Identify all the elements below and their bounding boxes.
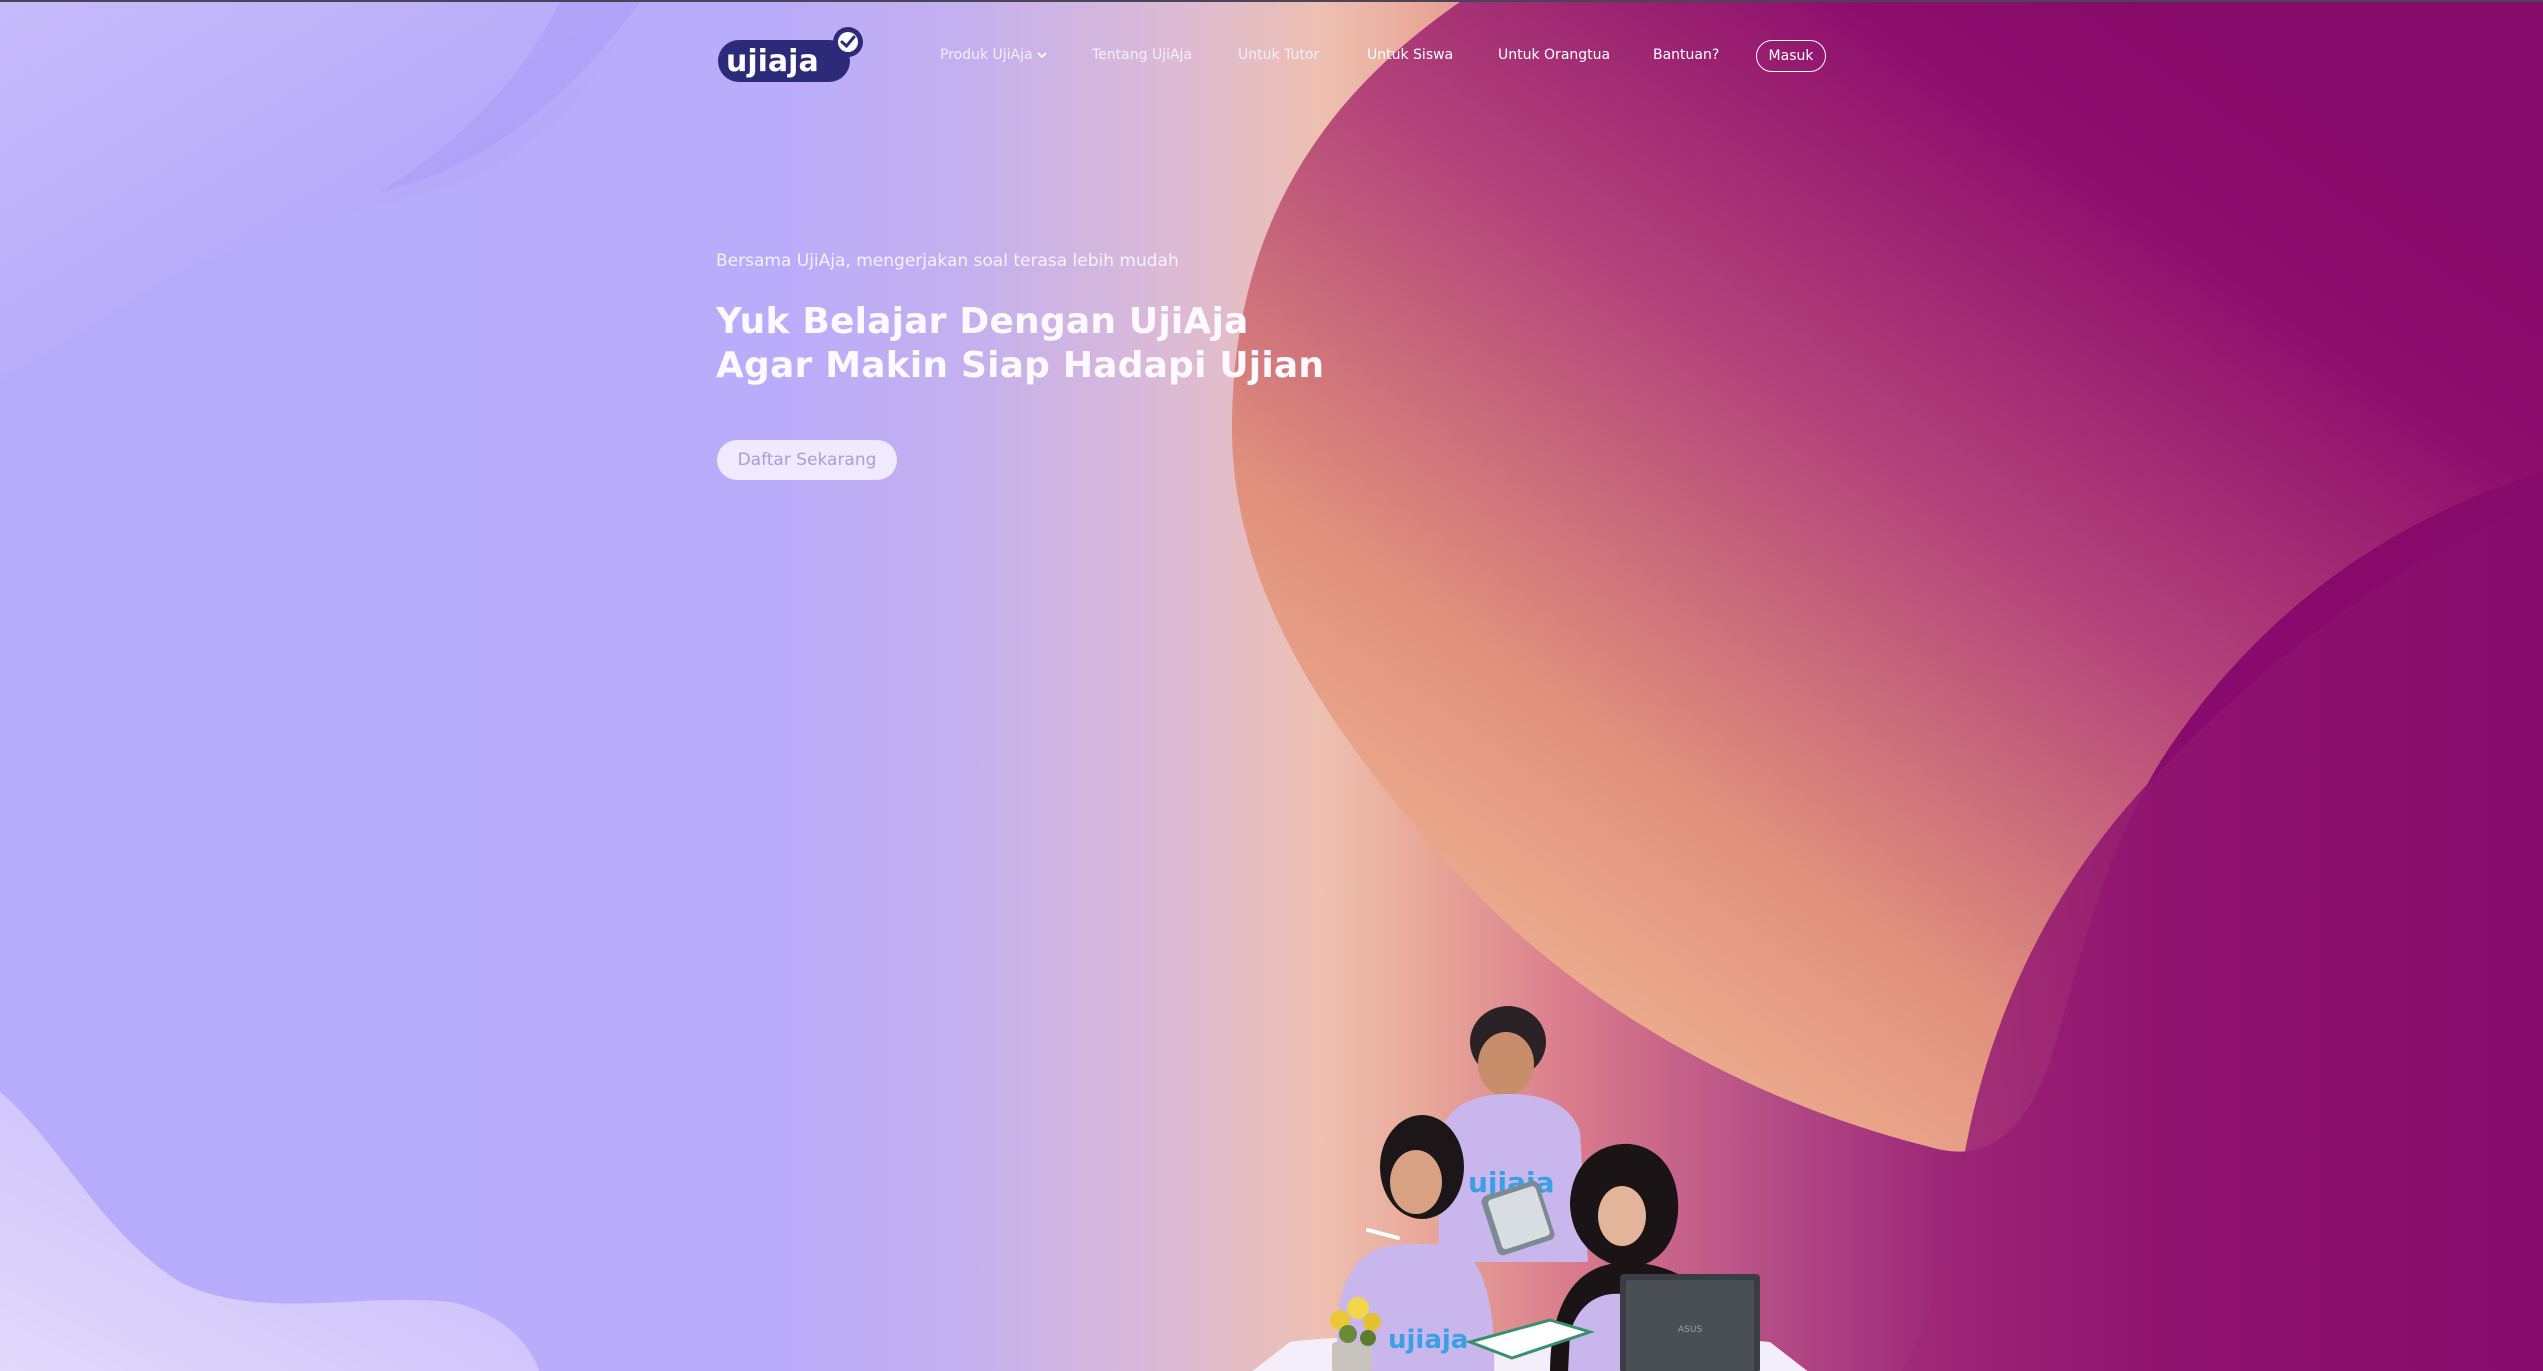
hero-subtitle: Bersama UjiAja, mengerjakan soal terasa … xyxy=(716,251,1179,271)
hero-headline: Yuk Belajar Dengan UjiAja Agar Makin Sia… xyxy=(716,300,1324,388)
hero-headline-line-1: Yuk Belajar Dengan UjiAja xyxy=(716,301,1249,342)
ujiaja-logo[interactable]: ujiaja xyxy=(714,24,870,88)
nav-untuk-tutor[interactable]: Untuk Tutor xyxy=(1238,47,1319,63)
nav-tentang-label: Tentang UjiAja xyxy=(1092,47,1193,63)
nav-orangtua-label: Untuk Orangtua xyxy=(1498,47,1611,63)
bottom-left-wave xyxy=(0,1092,540,1371)
nav-produk-ujiaja[interactable]: Produk UjiAja xyxy=(940,47,1047,63)
shirt-logo-text-2: ujiaja xyxy=(1388,1325,1468,1355)
student-male: ujiaja xyxy=(1438,1006,1588,1262)
top-navigation: ujiaja Produk UjiAja Tentang UjiAja Untu… xyxy=(0,2,2543,112)
nav-produk-label: Produk UjiAja xyxy=(940,47,1033,63)
login-button[interactable]: Masuk xyxy=(1756,40,1826,72)
nav-tutor-label: Untuk Tutor xyxy=(1238,47,1320,63)
nav-siswa-label: Untuk Siswa xyxy=(1367,47,1454,63)
hero-headline-line-2: Agar Makin Siap Hadapi Ujian xyxy=(716,345,1325,386)
nav-untuk-orangtua[interactable]: Untuk Orangtua xyxy=(1498,47,1610,63)
hero-section: ujiaja Produk UjiAja Tentang UjiAja Untu… xyxy=(0,0,2543,1371)
nav-bantuan[interactable]: Bantuan? xyxy=(1653,47,1719,63)
laptop: ASUS xyxy=(1620,1274,1760,1371)
nav-tentang-ujiaja[interactable]: Tentang UjiAja xyxy=(1092,47,1192,63)
students-photo: ujiaja ujiaja ASUS xyxy=(1252,1006,1808,1371)
nav-bantuan-label: Bantuan? xyxy=(1653,47,1720,63)
register-now-button[interactable]: Daftar Sekarang xyxy=(717,440,897,480)
logo-mark-icon: ujiaja xyxy=(718,27,863,82)
chevron-down-icon xyxy=(1036,52,1047,59)
laptop-brand-text: ASUS xyxy=(1678,1325,1702,1335)
nav-untuk-siswa[interactable]: Untuk Siswa xyxy=(1367,47,1453,63)
logo-text: ujiaja xyxy=(726,44,819,79)
